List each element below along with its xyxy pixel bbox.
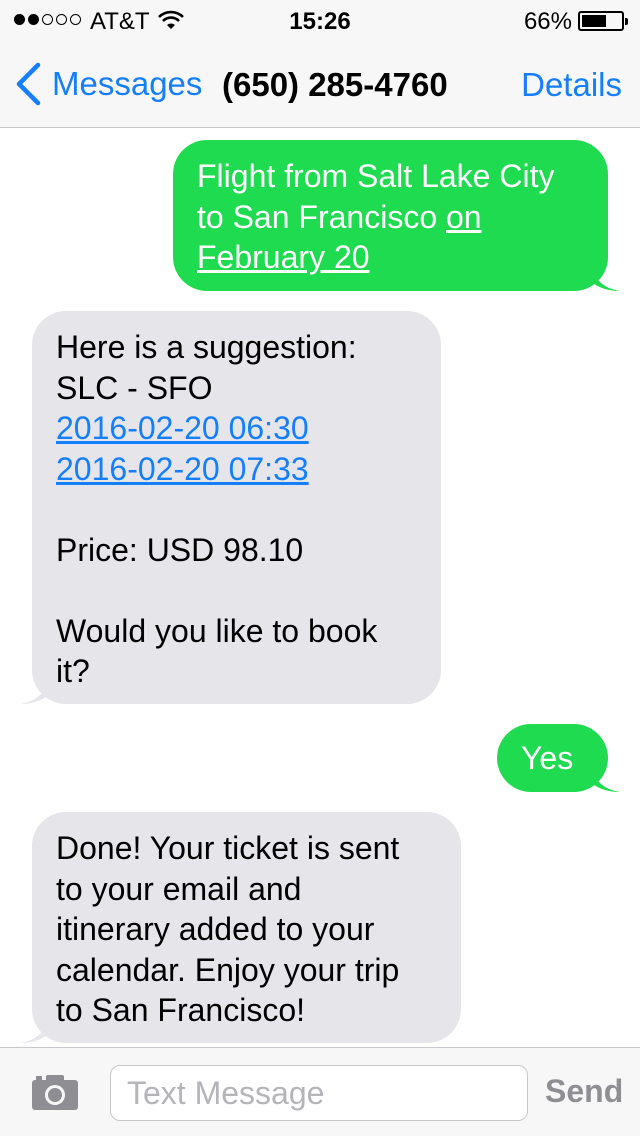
message-line: to San Francisco on [197,197,584,238]
message-line: Price: USD 98.10 [56,531,304,568]
bubble-tail [20,1013,50,1043]
message-line [56,489,417,530]
message-line: it? [56,653,90,689]
message-line: itinerary added to your [56,911,375,947]
message-text-input[interactable] [110,1065,528,1121]
message-line: to San Francisco! [56,992,305,1028]
battery-percent: 66% [523,8,572,35]
battery-icon [578,11,628,31]
camera-icon[interactable] [30,1072,80,1112]
conversation-title: (650) 285-4760 [222,66,448,103]
received-message-bubble: Here is a suggestion: SLC - SFO 2016-02-… [20,311,441,704]
message-line: Would you like to book [56,612,378,649]
chevron-left-icon [16,62,41,106]
message-text: to San Francisco [197,198,446,235]
back-button-label: Messages [52,65,203,102]
navigation-bar: Messages (650) 285-4760 Details [0,40,640,128]
bubble-tail [590,261,620,291]
arrival-time-link[interactable]: 2016-02-20 07:33 [56,451,309,487]
departure-time-link[interactable]: 2016-02-20 06:30 [56,410,309,446]
battery-tip [625,18,628,25]
message-input-bar: Send [0,1047,640,1136]
details-button[interactable]: Details [521,66,622,104]
bubble-tail [20,674,50,704]
message-line: to your email and [56,870,302,907]
message-line: Here is a suggestion: [56,329,357,365]
bubble-tail [590,762,620,792]
message-line: Yes [521,740,574,776]
date-link[interactable]: on [446,199,482,235]
sent-message-bubble: Flight from Salt Lake City to San Franci… [173,140,620,291]
date-link[interactable]: February 20 [197,239,370,275]
back-button[interactable]: Messages [14,62,202,106]
status-bar: AT&T 15:26 66% [0,0,640,40]
message-line: calendar. Enjoy your trip [56,951,400,988]
send-button[interactable]: Send [545,1073,623,1110]
received-message-bubble: Done! Your ticket is sent to your email … [20,812,461,1043]
battery-level-fill [582,15,606,27]
message-line: Done! Your ticket is sent [56,830,400,866]
message-line [56,570,417,611]
message-line: SLC - SFO [56,369,213,406]
message-line: Flight from Salt Lake City [197,158,555,194]
sent-message-bubble: Yes [497,724,620,792]
